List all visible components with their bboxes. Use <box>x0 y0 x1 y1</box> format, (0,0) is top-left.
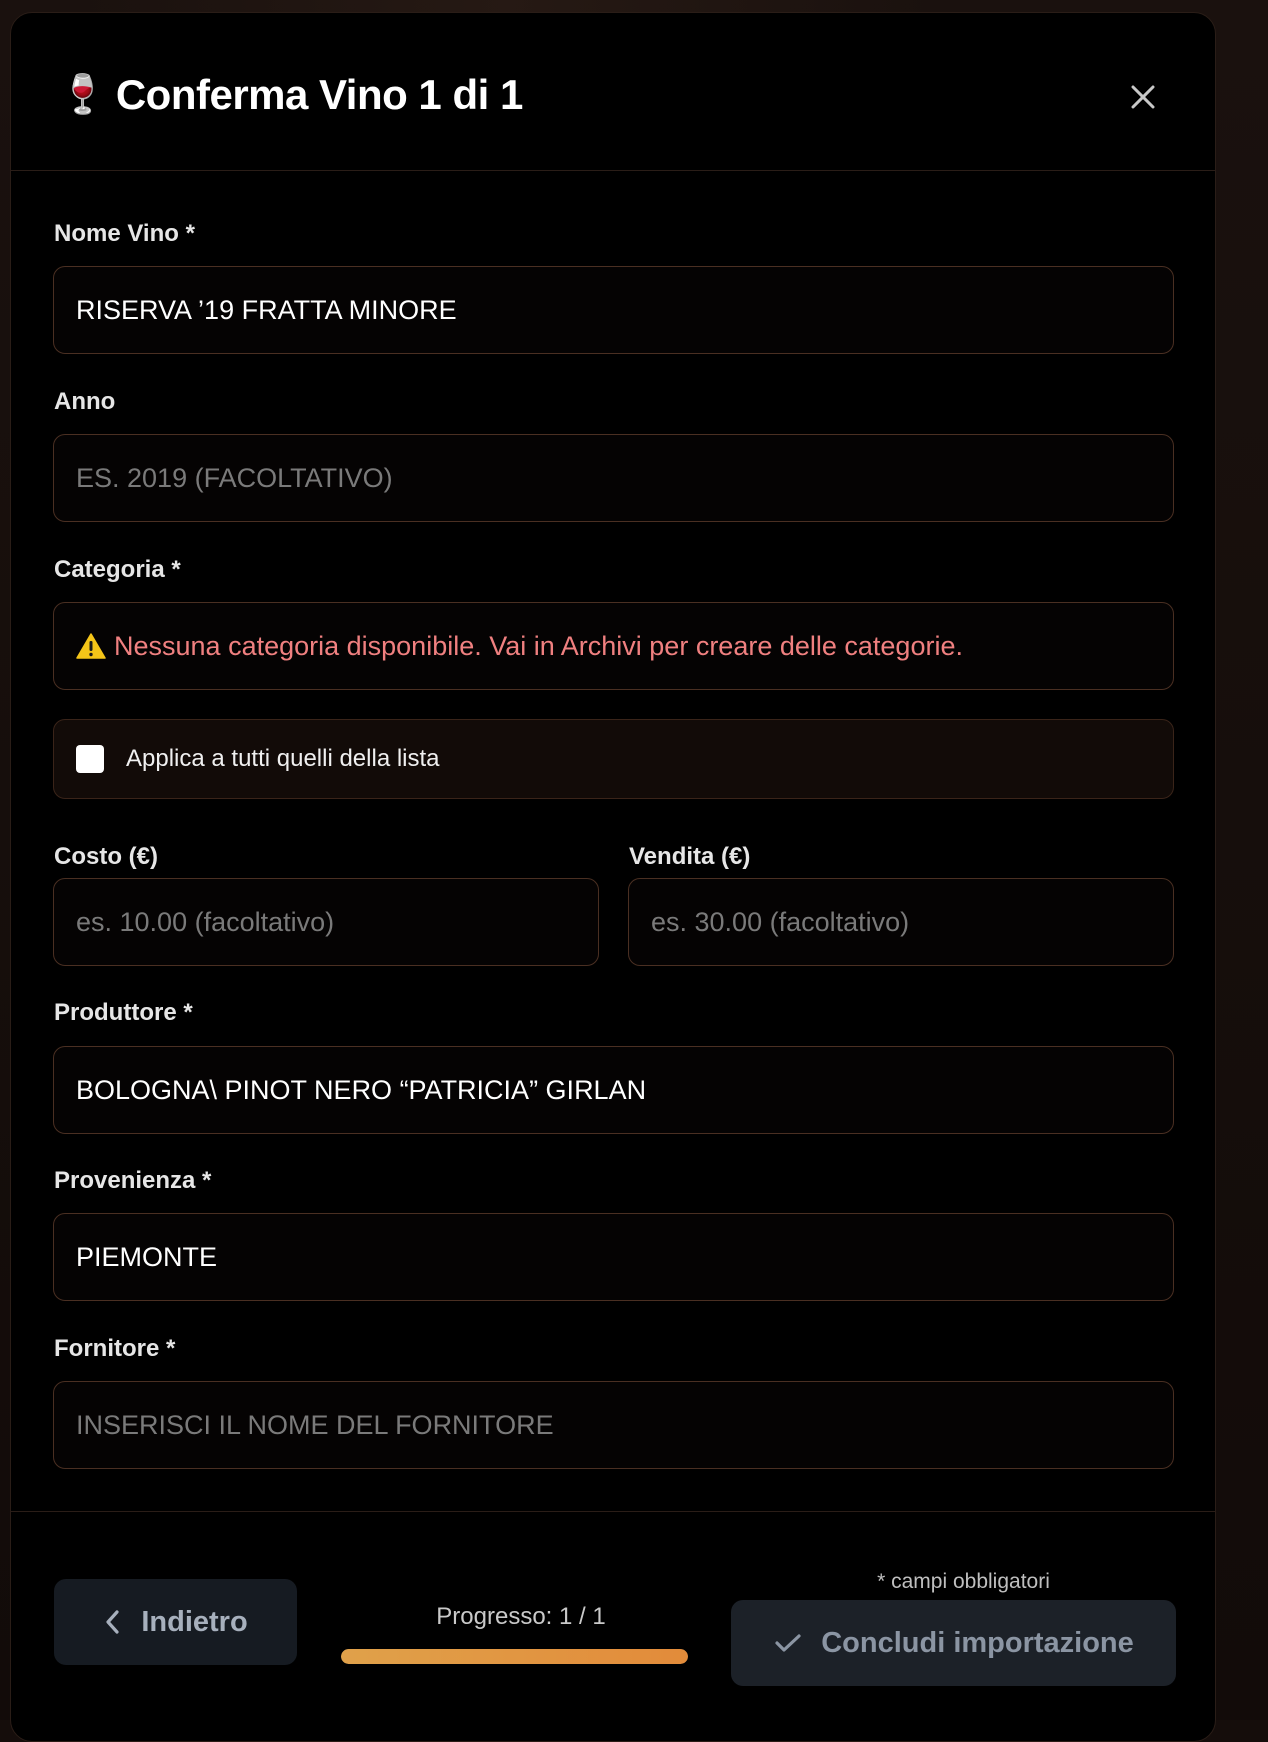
categoria-warning: Nessuna categoria disponibile. Vai in Ar… <box>53 602 1174 690</box>
chevron-left-icon <box>106 1610 119 1634</box>
back-button-label: Indietro <box>141 1605 248 1638</box>
conclude-import-label: Concludi importazione <box>821 1626 1134 1659</box>
wine-glass-icon: 🍷 <box>59 74 106 116</box>
warning-icon <box>76 633 106 659</box>
progress-label: Progresso: 1 / 1 <box>436 1603 606 1630</box>
conclude-import-button[interactable]: Concludi importazione <box>731 1600 1176 1686</box>
fornitore-label: Fornitore * <box>54 1335 176 1362</box>
nome-vino-input[interactable] <box>53 266 1174 354</box>
check-icon <box>775 1634 801 1652</box>
provenienza-input[interactable] <box>53 1213 1174 1301</box>
back-button[interactable]: Indietro <box>54 1579 297 1665</box>
progress-bar <box>341 1649 688 1664</box>
anno-label: Anno <box>54 388 116 415</box>
modal-title: 🍷 Conferma Vino 1 di 1 <box>59 71 523 119</box>
vendita-label: Vendita (€) <box>629 843 751 870</box>
modal-title-text: Conferma Vino 1 di 1 <box>115 71 524 118</box>
apply-all-checkbox[interactable] <box>76 745 104 773</box>
nome-vino-label: Nome Vino * <box>54 220 195 247</box>
fornitore-input[interactable] <box>53 1381 1174 1469</box>
close-icon[interactable] <box>1121 75 1165 119</box>
produttore-label: Produttore * <box>54 999 193 1026</box>
costo-input[interactable] <box>53 878 599 966</box>
vendita-input[interactable] <box>628 878 1174 966</box>
anno-input[interactable] <box>53 434 1174 522</box>
required-fields-note: * campi obbligatori <box>877 1570 1050 1593</box>
apply-all-row[interactable]: Applica a tutti quelli della lista <box>53 719 1174 799</box>
provenienza-label: Provenienza * <box>54 1167 212 1194</box>
categoria-label: Categoria * <box>54 556 181 583</box>
confirm-wine-modal: 🍷 Conferma Vino 1 di 1 Nome Vino * Anno … <box>10 12 1216 1742</box>
apply-all-label: Applica a tutti quelli della lista <box>126 745 440 772</box>
categoria-warning-text: Nessuna categoria disponibile. Vai in Ar… <box>114 630 963 661</box>
progress-bar-fill <box>341 1649 688 1664</box>
footer-divider <box>11 1511 1215 1512</box>
produttore-input[interactable] <box>53 1046 1174 1134</box>
modal-header: 🍷 Conferma Vino 1 di 1 <box>11 13 1215 171</box>
costo-label: Costo (€) <box>54 843 158 870</box>
